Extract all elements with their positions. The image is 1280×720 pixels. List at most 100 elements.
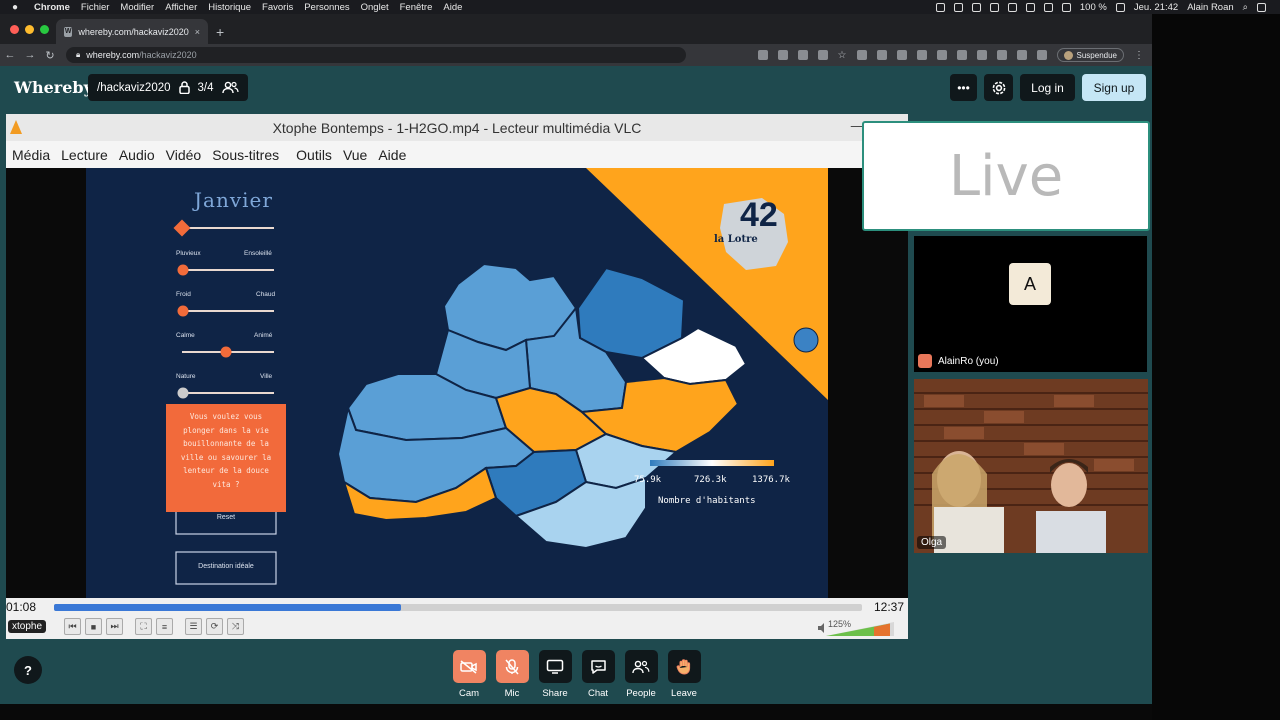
ideal-button: Destination idéale [198, 563, 254, 570]
extension-icon[interactable] [916, 50, 927, 60]
close-window-icon[interactable] [10, 25, 19, 34]
extension-icon[interactable] [976, 50, 987, 60]
vlc-menu-audio[interactable]: Audio [119, 147, 155, 163]
extension-icon[interactable] [996, 50, 1007, 60]
video-area[interactable]: Janvier Pluvieux Ensoleillé Froid Chaud … [6, 168, 908, 598]
menu-fenetre[interactable]: Fenêtre [400, 2, 433, 13]
time-machine-icon[interactable] [1025, 2, 1035, 12]
volume-control[interactable]: 125% [818, 619, 898, 636]
apple-icon[interactable]: ● [12, 2, 22, 13]
people-icon [221, 81, 239, 94]
menu-app-name[interactable]: Chrome [34, 2, 70, 13]
signup-button[interactable]: Sign up [1082, 74, 1146, 101]
chat-button[interactable]: Chat [576, 650, 620, 699]
stop-icon[interactable]: ■ [85, 618, 102, 635]
extension-icon[interactable] [856, 50, 867, 60]
previous-icon[interactable]: ⏮ [64, 618, 81, 635]
extension-icon[interactable] [956, 50, 967, 60]
leave-button[interactable]: Leave [662, 650, 706, 699]
zoom-window-icon[interactable] [40, 25, 49, 34]
menu-favoris[interactable]: Favoris [262, 2, 293, 13]
chrome-menu-icon[interactable]: ⋮ [1134, 50, 1144, 61]
back-icon[interactable]: ← [0, 49, 20, 61]
menu-historique[interactable]: Historique [208, 2, 251, 13]
battery-icon[interactable] [1115, 2, 1125, 12]
extension-icon[interactable] [777, 50, 788, 60]
vlc-menu-lecture[interactable]: Lecture [61, 147, 108, 163]
desktop-dock-area [0, 704, 1152, 720]
slider-left-label: Nature [176, 373, 196, 380]
mic-label: Mic [504, 688, 520, 699]
browser-tab[interactable]: W whereby.com/hackaviz2020 × [56, 19, 208, 44]
bluetooth-icon[interactable] [1043, 2, 1053, 12]
camera-off-icon [452, 650, 486, 683]
whereby-logo[interactable]: Whereby [14, 78, 93, 97]
profile-button[interactable]: Suspendue [1056, 48, 1124, 62]
tab-title: whereby.com/hackaviz2020 [78, 26, 189, 37]
control-center-icon[interactable] [1257, 2, 1266, 12]
participant-video-tile[interactable]: Olga [914, 379, 1148, 553]
vlc-menu-view[interactable]: Vue [343, 147, 367, 163]
reload-icon[interactable]: ↻ [40, 49, 60, 62]
fullscreen-icon[interactable]: ⛶ [135, 618, 152, 635]
vlc-menu-video[interactable]: Vidéo [166, 147, 202, 163]
wifi-icon[interactable] [1061, 2, 1071, 12]
spotlight-icon[interactable]: ⌕ [1243, 2, 1248, 13]
more-options-button[interactable]: ••• [950, 74, 977, 101]
extension-icon[interactable] [876, 50, 887, 60]
people-button[interactable]: People [619, 650, 663, 699]
badge-sub: la Lotre [714, 234, 758, 245]
zoom-icon[interactable] [817, 50, 828, 60]
reading-list-icon[interactable] [1036, 50, 1047, 60]
extension-icon[interactable] [936, 50, 947, 60]
clock[interactable]: Jeu. 21:42 [1134, 2, 1178, 13]
user-name[interactable]: Alain Roan [1187, 2, 1233, 13]
settings-button[interactable] [984, 74, 1013, 101]
close-tab-icon[interactable]: × [195, 27, 200, 37]
status-icon[interactable] [935, 2, 945, 12]
minimize-window-icon[interactable] [25, 25, 34, 34]
new-tab-icon[interactable]: + [216, 24, 224, 40]
extension-icon[interactable] [797, 50, 808, 60]
airplay-icon[interactable] [1007, 2, 1017, 12]
seek-bar[interactable] [54, 604, 862, 611]
info-icon[interactable] [971, 2, 981, 12]
shuffle-icon[interactable]: ⤨ [227, 618, 244, 635]
address-bar[interactable]: 🔒︎ whereby.com /hackaviz2020 [66, 47, 686, 63]
menu-personnes[interactable]: Personnes [304, 2, 349, 13]
extension-icon[interactable] [1016, 50, 1027, 60]
menu-onglet[interactable]: Onglet [361, 2, 389, 13]
vlc-menu-subtitles[interactable]: Sous-titres [212, 147, 279, 163]
next-icon[interactable]: ⏭ [106, 618, 123, 635]
dropbox-icon[interactable] [953, 2, 963, 12]
slider-knob [177, 305, 189, 317]
slider-knob [220, 346, 232, 358]
share-button[interactable]: Share [533, 650, 577, 699]
vlc-menu-tools[interactable]: Outils [296, 147, 332, 163]
menu-modifier[interactable]: Modifier [120, 2, 154, 13]
vlc-window: Xtophe Bontemps - 1-H2GO.mp4 - Lecteur m… [6, 114, 908, 639]
playlist-icon[interactable]: ☰ [185, 618, 202, 635]
forward-icon[interactable]: → [20, 49, 40, 61]
screen-icon[interactable] [989, 2, 999, 12]
menu-fichier[interactable]: Fichier [81, 2, 110, 13]
extension-icon[interactable] [896, 50, 907, 60]
vlc-menu-help[interactable]: Aide [378, 147, 406, 163]
room-info[interactable]: /hackaviz2020 3/4 [88, 74, 248, 101]
login-button[interactable]: Log in [1020, 74, 1075, 101]
slider-left-label: Calme [176, 332, 195, 339]
self-video-tile[interactable]: A AlainRo (you) [914, 236, 1147, 372]
mic-off-icon [495, 650, 529, 683]
menu-afficher[interactable]: Afficher [165, 2, 197, 13]
vlc-menu-media[interactable]: Média [12, 147, 50, 163]
loop-icon[interactable]: ⟳ [206, 618, 223, 635]
help-button[interactable]: ? [14, 656, 42, 684]
speaker-name-tag: xtophe [8, 620, 47, 633]
cam-button[interactable]: Cam [447, 650, 491, 699]
mic-button[interactable]: Mic [490, 650, 534, 699]
equalizer-icon[interactable]: ≡ [156, 618, 173, 635]
bookmark-star-icon[interactable]: ☆ [838, 50, 847, 61]
extension-icon[interactable] [757, 50, 768, 60]
battery-percent[interactable]: 100 % [1080, 2, 1107, 13]
menu-aide[interactable]: Aide [443, 2, 462, 13]
